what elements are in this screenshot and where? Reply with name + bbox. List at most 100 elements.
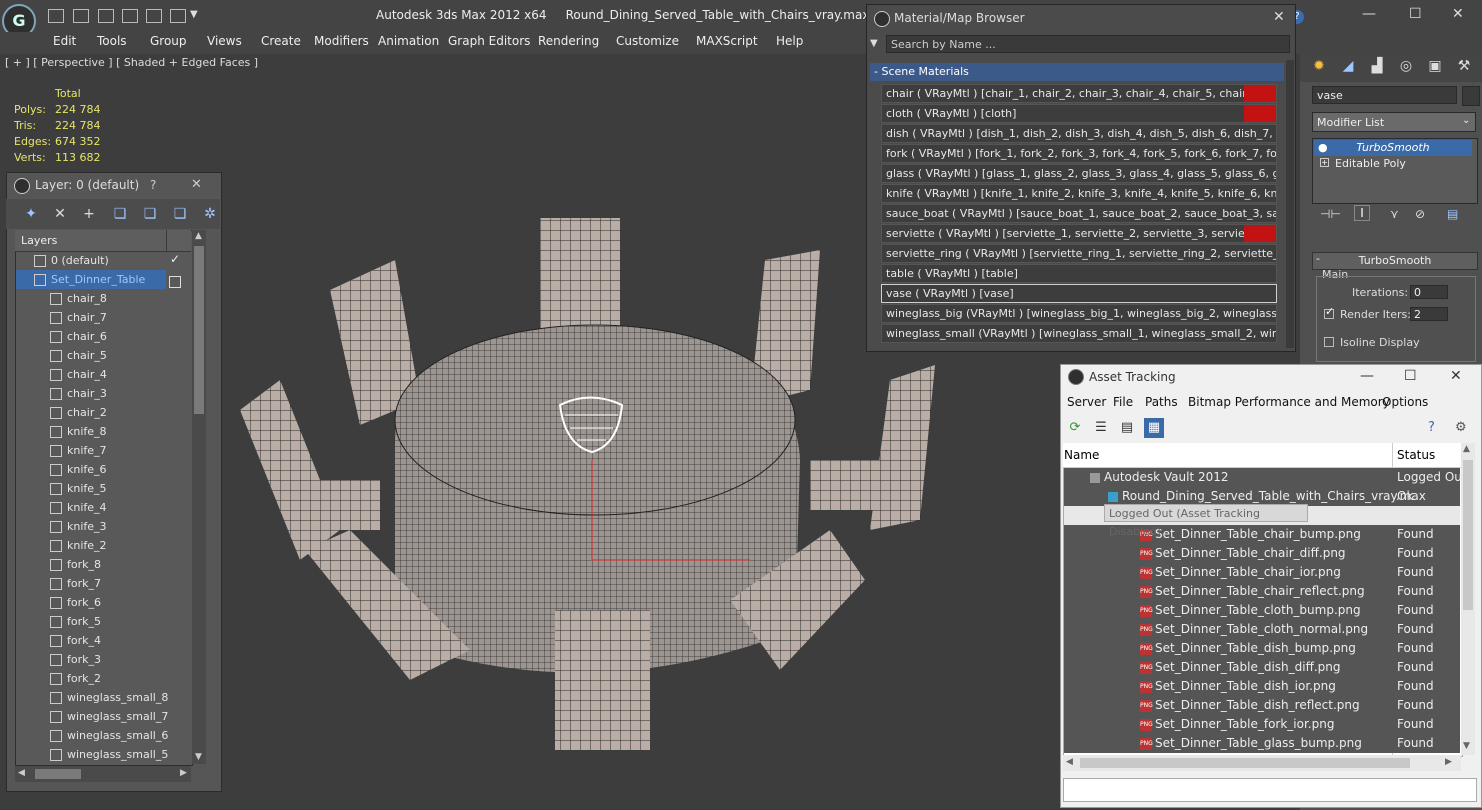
menu-help[interactable]: Help [776,34,803,48]
isoline-checkbox[interactable] [1324,337,1334,347]
material-row[interactable]: vase ( VRayMtl ) [vase] [881,284,1277,303]
utilities-tab-icon[interactable]: ⚒ [1454,58,1474,78]
add-to-layer-icon[interactable]: + [80,205,98,223]
menu-group[interactable]: Group [150,34,187,48]
material-row[interactable]: cloth ( VRayMtl ) [cloth] [881,104,1277,123]
select-objects-icon[interactable]: ❏ [111,205,129,223]
asset-maximize-icon[interactable]: ☐ [1404,368,1417,384]
hide-all-layers-icon[interactable]: ❏ [171,205,189,223]
remove-modifier-icon[interactable]: ⊘ [1415,207,1425,221]
layer-row[interactable]: chair_4 [16,365,191,384]
material-row[interactable]: serviette_ring ( VRayMtl ) [serviette_ri… [881,244,1277,263]
list-view-icon[interactable]: ☰ [1093,420,1109,436]
material-row[interactable]: sauce_boat ( VRayMtl ) [sauce_boat_1, sa… [881,204,1277,223]
layer-row[interactable]: wineglass_small_5 [16,745,191,764]
browser-options-icon[interactable]: ▼ [870,38,878,49]
asset-close-icon[interactable]: ✕ [1450,368,1462,384]
column-name[interactable]: Name [1064,448,1099,462]
show-end-result-icon[interactable]: I [1354,205,1370,221]
make-current-icon[interactable] [169,276,181,288]
layer-row[interactable]: Set_Dinner_Table [16,270,166,289]
layer-row[interactable]: chair_3 [16,384,191,403]
menu-edit[interactable]: Edit [53,34,76,48]
material-row[interactable]: serviette ( VRayMtl ) [serviette_1, serv… [881,224,1277,243]
layer-row[interactable]: wineglass_small_8 [16,688,191,707]
layer-hscroll-thumb[interactable] [35,769,81,779]
asset-help-icon[interactable]: ? [1428,420,1435,435]
scroll-left-icon[interactable]: ◀ [18,768,25,778]
save-file-icon[interactable] [73,9,89,23]
modifier-list-dropdown[interactable]: Modifier List [1312,112,1476,132]
undo-icon[interactable] [98,9,114,23]
menu-rendering[interactable]: Rendering [538,34,599,48]
new-scene-icon[interactable] [146,9,162,23]
material-scrollbar[interactable] [1286,60,1294,348]
layer-help-icon[interactable]: ? [150,178,156,192]
material-row[interactable]: wineglass_small (VRayMtl ) [wineglass_sm… [881,324,1277,343]
material-row[interactable]: table ( VRayMtl ) [table] [881,264,1277,283]
layer-row[interactable]: fork_8 [16,555,191,574]
refresh-icon[interactable]: ⟳ [1067,420,1083,436]
highlight-layer-icon[interactable]: ❏ [141,205,159,223]
material-row[interactable]: knife ( VRayMtl ) [knife_1, knife_2, kni… [881,184,1277,203]
table-view-icon[interactable]: ▦ [1144,418,1164,438]
layer-row[interactable]: knife_8 [16,422,191,441]
layer-row[interactable]: fork_4 [16,631,191,650]
asset-row[interactable]: PNG Set_Dinner_Table_dish_diff.png Found [1064,658,1460,677]
stack-item-turbosmooth[interactable]: TurboSmooth [1314,140,1472,156]
asset-row[interactable]: PNG Set_Dinner_Table_dish_reflect.png Foun… [1064,696,1460,715]
menu-maxscript[interactable]: MAXScript [696,34,758,48]
asset-scroll-right-icon[interactable]: ▶ [1445,757,1452,767]
create-tab-icon[interactable]: ✹ [1309,58,1329,78]
rollout-collapse-icon[interactable]: - [1316,252,1320,265]
material-row[interactable]: fork ( VRayMtl ) [fork_1, fork_2, fork_3… [881,144,1277,163]
layer-row[interactable]: knife_6 [16,460,191,479]
maximize-icon[interactable]: ☐ [1409,6,1422,22]
layer-row[interactable]: knife_7 [16,441,191,460]
scroll-down-icon[interactable]: ▼ [195,752,202,762]
object-name-input[interactable]: vase [1312,86,1457,104]
asset-row[interactable]: PNG Set_Dinner_Table_dish_ior.png Found [1064,677,1460,696]
stack-item-editable-poly[interactable]: Editable Poly [1335,157,1406,170]
asset-menu-paths[interactable]: Paths [1145,395,1178,409]
close-icon[interactable]: ✕ [1452,6,1464,22]
asset-row[interactable]: Autodesk Vault 2012 Logged Out [1064,468,1467,487]
asset-row[interactable]: PNG Set_Dinner_Table_fork_ior.png Found [1064,715,1460,734]
asset-scroll-up-icon[interactable]: ▲ [1463,444,1470,454]
material-row[interactable]: wineglass_big (VRayMtl ) [wineglass_big_… [881,304,1277,323]
layer-row[interactable]: knife_2 [16,536,191,555]
asset-row[interactable]: PNG Set_Dinner_Table_cloth_normal.png Foun… [1064,620,1460,639]
layer-close-icon[interactable]: ✕ [191,177,202,192]
scroll-right-icon[interactable]: ▶ [180,768,187,778]
delete-layer-icon[interactable]: ✕ [51,205,69,223]
freeze-all-layers-icon[interactable]: ✲ [201,205,219,223]
layer-row[interactable]: knife_3 [16,517,191,536]
chair-right[interactable] [810,365,935,530]
render-iters-spinner[interactable]: 2 [1410,307,1448,321]
expand-plus-icon[interactable]: + [1320,158,1329,167]
asset-row[interactable]: PNG Set_Dinner_Table_chair_diff.png Found [1064,544,1460,563]
material-row[interactable]: chair ( VRayMtl ) [chair_1, chair_2, cha… [881,84,1277,103]
layer-row[interactable]: fork_3 [16,650,191,669]
make-unique-icon[interactable]: ⋎ [1390,207,1399,221]
material-search-input[interactable]: Search by Name ... [886,35,1290,53]
layer-row[interactable]: fork_2 [16,669,191,688]
layer-row[interactable]: fork_6 [16,593,191,612]
pin-stack-icon[interactable]: ⊣⊢ [1320,207,1341,221]
menu-modifiers[interactable]: Modifiers [314,34,369,48]
layer-row[interactable]: fork_7 [16,574,191,593]
asset-row[interactable]: PNG Set_Dinner_Table_chair_ior.png Found [1064,563,1460,582]
material-row[interactable]: dish ( VRayMtl ) [dish_1, dish_2, dish_3… [881,124,1277,143]
iterations-spinner[interactable]: 0 [1410,285,1448,299]
chevron-down-icon[interactable]: ⌄ [1462,115,1470,126]
menu-tools[interactable]: Tools [97,34,127,48]
material-row[interactable]: glass ( VRayMtl ) [glass_1, glass_2, gla… [881,164,1277,183]
layer-row[interactable]: wineglass_small_6 [16,726,191,745]
asset-options-icon[interactable]: ⚙ [1455,420,1467,435]
modify-tab-icon[interactable]: ◢ [1338,58,1358,78]
layer-row[interactable]: wineglass_small_7 [16,707,191,726]
layer-row[interactable]: fork_5 [16,612,191,631]
configure-sets-icon[interactable]: ▤ [1447,207,1458,221]
scroll-up-icon[interactable]: ▲ [195,231,202,241]
asset-row[interactable]: PNG Set_Dinner_Table_chair_reflect.png Fou… [1064,582,1460,601]
